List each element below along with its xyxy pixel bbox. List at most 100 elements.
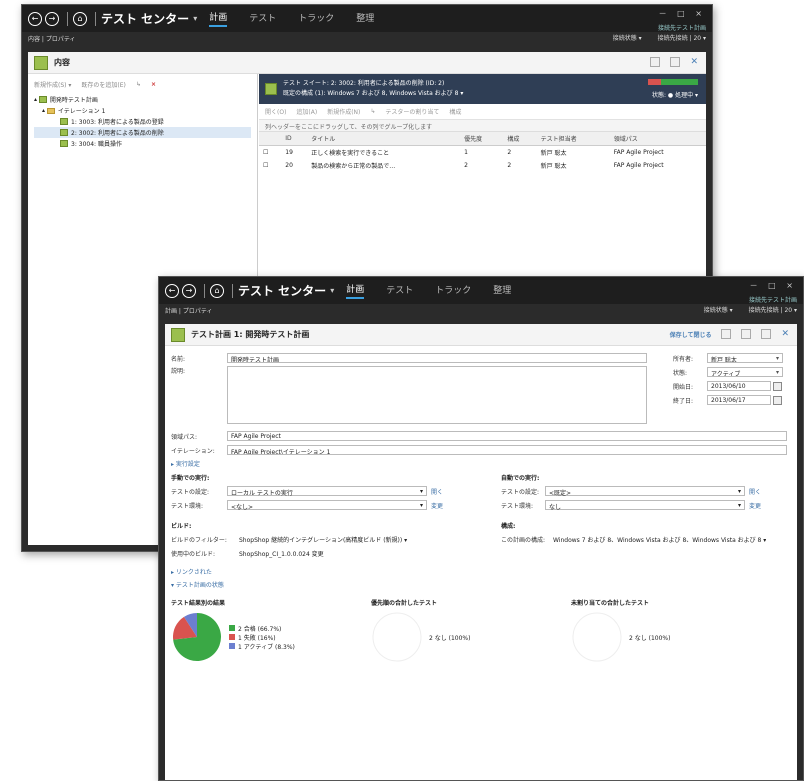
start-date-field[interactable]: 2013/06/10 (707, 381, 771, 391)
breadcrumb[interactable]: 計画 | プロパティ (165, 306, 212, 315)
remove-icon[interactable]: ↳ (370, 108, 375, 115)
connection-target[interactable]: 接続先接続 | 20 ▾ (658, 35, 706, 42)
manual-env-select[interactable]: <なし> ▾ (227, 500, 427, 511)
unassigned-chart: 未割り当ての合計したテスト 2 なし (100%) (571, 598, 771, 663)
iteration-select[interactable]: FAP Agile Project\イテレーション 1 (227, 445, 787, 455)
end-date-field[interactable]: 2013/06/17 (707, 395, 771, 405)
column-header[interactable]: 優先度 (460, 132, 504, 146)
change-link[interactable]: 変更 (431, 501, 443, 510)
chevron-down-icon[interactable]: ▾ (330, 286, 334, 295)
tab-test[interactable]: テスト (249, 11, 276, 26)
open-link[interactable]: 開く (749, 487, 761, 496)
auto-run-section: 自動での実行: テストの設定: <既定> ▾ 開く テスト環境: なし ▾ 変更 (501, 473, 781, 513)
settings-icon[interactable] (670, 57, 681, 67)
add-button[interactable]: 追加(A) (296, 107, 317, 116)
connection-target[interactable]: 接続先接続 | 20 ▾ (749, 307, 797, 314)
delete-icon[interactable]: × (151, 81, 156, 88)
tab-organize[interactable]: 整理 (493, 283, 511, 298)
suite-config[interactable]: 既定の構成 (1): Windows 7 および 8, Windows Vist… (283, 89, 463, 99)
table-header-row: ID タイトル 優先度 構成 テスト担当者 領域パス (259, 132, 706, 146)
column-header[interactable]: タイトル (307, 132, 461, 146)
column-header[interactable]: 構成 (503, 132, 537, 146)
close-icon[interactable]: ✕ (781, 329, 789, 339)
plan-status-toggle[interactable]: ▾ テスト計画の状態 (171, 580, 791, 590)
breadcrumb[interactable]: 内容 | プロパティ (28, 34, 75, 43)
linked-items-toggle[interactable]: ▸ リンクされた (171, 567, 791, 577)
manual-env-row: テスト環境: <なし> ▾ 変更 (171, 499, 461, 511)
manual-settings-select[interactable]: ローカル テストの実行 ▾ (227, 486, 427, 497)
save-icon[interactable] (721, 329, 732, 339)
config-value[interactable]: Windows 7 および 8、Windows Vista および 8、Wind… (553, 535, 766, 544)
column-header[interactable] (259, 132, 282, 146)
chevron-down-icon[interactable]: ▾ (193, 14, 197, 23)
save-close-button[interactable]: 保存して閉じる (670, 330, 712, 339)
area-select[interactable]: FAP Agile Project (227, 431, 787, 441)
connection-status[interactable]: 接続状態 ▾ (704, 307, 733, 314)
new-button[interactable]: 新規作成(S) ▾ (34, 80, 71, 89)
tab-track[interactable]: トラック (298, 11, 334, 26)
table-row[interactable]: ☐ 20 製品の検索から正常の製品で… 2 2 新戸 聡太 FAP Agile … (259, 159, 706, 172)
tree-item[interactable]: 1: 3003: 利用者による製品の登録 (34, 116, 251, 127)
chart-title: テスト結果別の結果 (171, 600, 226, 607)
configurations-button[interactable]: 構成 (449, 107, 461, 116)
move-icon[interactable]: ↳ (136, 81, 141, 88)
owner-select[interactable]: 新戸 聡太 (707, 353, 783, 363)
new-button[interactable]: 新規作成(N) (327, 107, 360, 116)
home-icon[interactable]: ⌂ (210, 283, 224, 298)
suite-state[interactable]: 状態: ● 処理中 ▾ (652, 90, 698, 99)
column-header[interactable]: テスト担当者 (536, 132, 610, 146)
column-header[interactable]: 領域パス (609, 132, 706, 146)
state-select[interactable]: アクティブ (707, 367, 783, 377)
tree-item[interactable]: ▴ 開発時テスト計画 (34, 94, 251, 105)
build-filter-value[interactable]: ShopShop 継続的インテグレーション(高精度ビルド (新規)) ▾ (239, 535, 407, 544)
open-button[interactable]: 開く(O) (265, 107, 286, 116)
column-header[interactable]: ID (281, 132, 308, 146)
tree-item[interactable]: 3: 3004: 職員操作 (34, 138, 251, 149)
refresh-icon[interactable] (650, 57, 661, 67)
tree-item[interactable]: 2: 3002: 利用者による製品の削除 (34, 127, 251, 138)
home-icon[interactable]: ⌂ (73, 11, 87, 26)
iteration-label: イテレーション: (171, 447, 215, 455)
back-arrow-icon[interactable]: ← (165, 283, 179, 298)
tree-item[interactable]: ▴ イテレーション 1 (34, 105, 251, 116)
build-title: ビルド: (171, 523, 192, 530)
name-field[interactable]: 開発時テスト計画 (227, 353, 647, 363)
calendar-icon[interactable] (773, 381, 782, 391)
close-icon[interactable]: ✕ (690, 57, 698, 67)
manual-env-label: テスト環境: (171, 502, 204, 510)
auto-env-select[interactable]: なし ▾ (545, 500, 745, 511)
row-icon: ☐ (263, 149, 269, 156)
forward-arrow-icon[interactable]: → (182, 283, 196, 298)
change-link[interactable]: 変更 (749, 501, 761, 510)
description-field[interactable] (227, 366, 647, 424)
tab-organize[interactable]: 整理 (356, 11, 374, 26)
build-use-value[interactable]: ShopShop_CI_1.0.0.024 変更 (239, 549, 324, 558)
add-existing-button[interactable]: 既存のを追加(E) (81, 80, 125, 89)
manual-settings-label: テストの設定: (171, 488, 210, 496)
calendar-icon[interactable] (773, 395, 782, 405)
suite-icon (60, 118, 68, 125)
back-arrow-icon[interactable]: ← (28, 11, 42, 26)
window-controls[interactable]: － □ × (749, 280, 797, 291)
progress-failed (648, 79, 661, 85)
open-link[interactable]: 開く (431, 487, 443, 496)
tab-test[interactable]: テスト (386, 283, 413, 298)
table-row[interactable]: ☐ 19 正しく検索を実行できること 1 2 新戸 聡太 FAP Agile P… (259, 146, 706, 160)
suite-header: テスト スイート: 2: 3002: 利用者による製品の削除 (ID: 2) 既… (259, 74, 706, 104)
settings-icon[interactable] (761, 329, 772, 339)
user-link[interactable]: 接続先テスト計画 (658, 23, 706, 32)
auto-settings-select[interactable]: <既定> ▾ (545, 486, 745, 497)
assign-testers-button[interactable]: テスターの割り当て (385, 107, 439, 116)
iteration-row: イテレーション: FAP Agile Project\イテレーション 1 (171, 444, 791, 456)
refresh-icon[interactable] (741, 329, 752, 339)
tab-plan[interactable]: 計画 (346, 282, 365, 299)
connection-status[interactable]: 接続状態 ▾ (613, 35, 642, 42)
plan-panel: テスト計画 1: 開発時テスト計画 保存して閉じる ✕ 名前: 開発時テスト計画… (165, 324, 797, 780)
forward-arrow-icon[interactable]: → (45, 11, 59, 26)
breadcrumb-bar: 計画 | プロパティ 接続状態 ▾ 接続先接続 | 20 ▾ (159, 304, 803, 316)
tab-plan[interactable]: 計画 (209, 10, 228, 27)
user-link[interactable]: 接続先テスト計画 (749, 295, 797, 304)
tab-track[interactable]: トラック (435, 283, 471, 298)
run-settings-toggle[interactable]: ▸ 実行設定 (171, 459, 791, 469)
window-controls[interactable]: － □ × (658, 8, 706, 19)
